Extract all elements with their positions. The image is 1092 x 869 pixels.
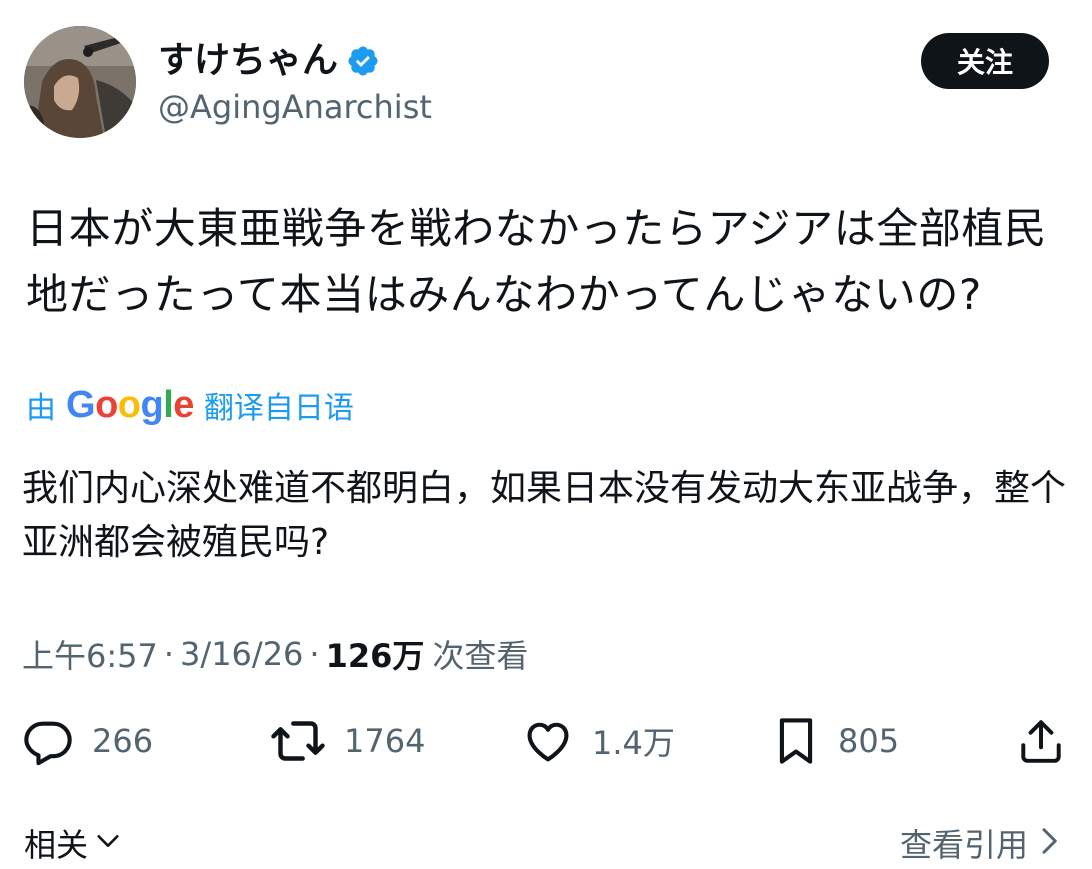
reply-button[interactable]: 266 xyxy=(22,712,153,770)
translation-attribution[interactable]: 由 Google 翻译自日语 xyxy=(26,381,354,429)
like-button[interactable]: 1.4万 xyxy=(522,712,675,770)
reply-icon xyxy=(22,715,74,767)
verified-badge-icon xyxy=(346,44,380,78)
meta-separator: · xyxy=(309,635,320,673)
translation-source-language: 翻译自日语 xyxy=(203,391,354,426)
google-logo: Google xyxy=(66,383,194,426)
share-button[interactable] xyxy=(1016,712,1066,770)
author-display-name[interactable]: すけちゃん xyxy=(158,36,338,86)
meta-separator: · xyxy=(163,635,175,673)
post-text: 日本が大東亜戦争を戦わなかったらアジアは全部植民地だったって本当はみんなわかって… xyxy=(26,204,1047,319)
chevron-right-icon xyxy=(1036,826,1062,860)
share-icon xyxy=(1016,715,1066,767)
post-time[interactable]: 上午6:57 xyxy=(22,631,158,677)
bookmark-icon xyxy=(772,715,820,767)
repost-button[interactable]: 1764 xyxy=(270,712,425,770)
view-quotes-link[interactable]: 查看引用 xyxy=(900,818,1062,868)
author-handle[interactable]: @AgingAnarchist xyxy=(158,84,432,130)
avatar-photo xyxy=(24,26,136,138)
post-date[interactable]: 3/16/26 xyxy=(180,635,303,673)
like-count: 1.4万 xyxy=(592,724,675,762)
related-dropdown[interactable]: 相关 xyxy=(24,818,122,868)
post-meta: 上午6:57 · 3/16/26 · 126万 次查看 xyxy=(22,629,528,679)
view-quotes-label: 查看引用 xyxy=(899,826,1028,864)
author-name-row[interactable]: すけちゃん xyxy=(158,36,380,86)
repost-icon xyxy=(270,715,326,767)
heart-icon xyxy=(522,715,574,767)
chevron-down-icon xyxy=(94,827,122,859)
follow-button[interactable]: 关注 xyxy=(921,33,1049,89)
related-label: 相关 xyxy=(24,826,89,864)
views-label: 次查看 xyxy=(432,637,529,675)
translation-prefix: 由 xyxy=(26,391,56,426)
repost-count: 1764 xyxy=(344,722,426,760)
avatar[interactable] xyxy=(24,26,136,138)
translated-text: 我们内心深处难道不都明白，如果日本没有发动大东亚战争，整个亚洲都会被殖民吗? xyxy=(22,468,1067,563)
bookmark-button[interactable]: 805 xyxy=(772,712,899,770)
bookmark-count: 805 xyxy=(838,722,900,760)
views-count: 126万 xyxy=(325,637,425,675)
reply-count: 266 xyxy=(92,722,154,760)
